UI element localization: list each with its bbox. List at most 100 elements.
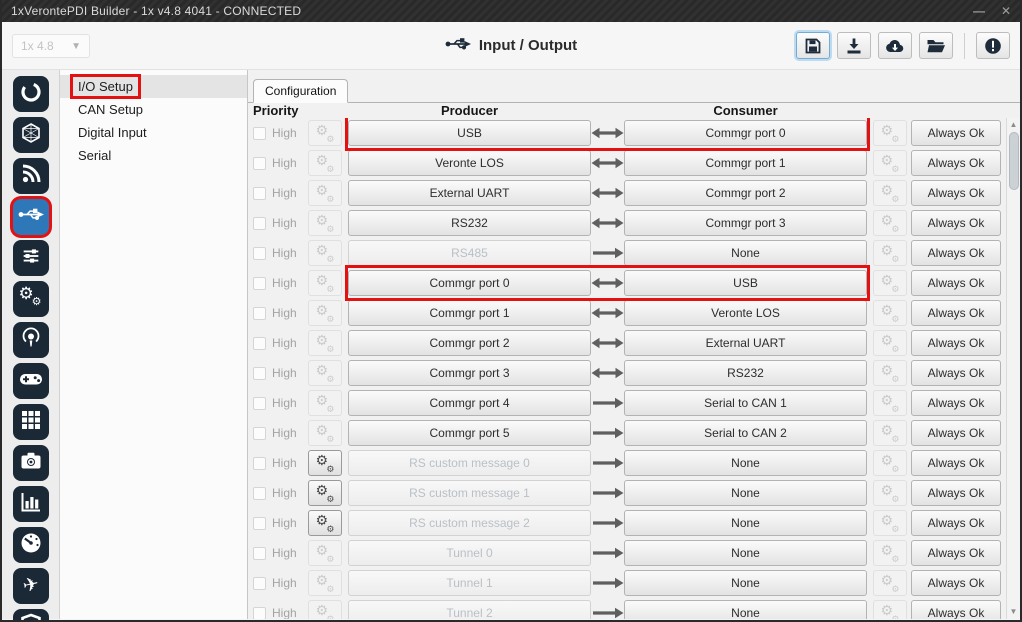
priority-checkbox[interactable]	[253, 157, 266, 170]
always-ok-button[interactable]: Always Ok	[911, 600, 1001, 619]
priority-checkbox[interactable]	[253, 277, 266, 290]
consumer-button[interactable]: Commgr port 1	[624, 150, 867, 176]
always-ok-button[interactable]: Always Ok	[911, 210, 1001, 236]
priority-checkbox[interactable]	[253, 487, 266, 500]
always-ok-button[interactable]: Always Ok	[911, 180, 1001, 206]
nav-item-digital-input[interactable]: Digital Input	[60, 121, 247, 144]
producer-button[interactable]: External UART	[348, 180, 591, 206]
priority-checkbox[interactable]	[253, 247, 266, 260]
sidebar-tool-plane[interactable]: ✈	[13, 568, 49, 604]
consumer-button[interactable]: Commgr port 2	[624, 180, 867, 206]
sidebar-tool-gamepad[interactable]	[13, 363, 49, 399]
scroll-down-icon[interactable]: ▼	[1010, 605, 1018, 618]
producer-button[interactable]: Commgr port 2	[348, 330, 591, 356]
sidebar-tool-mesh-hexagon[interactable]	[13, 117, 49, 153]
consumer-button[interactable]: USB	[624, 270, 867, 296]
priority-checkbox[interactable]	[253, 577, 266, 590]
sidebar-tool-shield[interactable]	[13, 609, 49, 622]
consumer-button[interactable]: None	[624, 480, 867, 506]
sidebar-tool-grid[interactable]	[13, 404, 49, 440]
consumer-button[interactable]: RS232	[624, 360, 867, 386]
close-button[interactable]: ✕	[1001, 4, 1011, 18]
nav-item-io-setup[interactable]: I/O Setup	[60, 75, 247, 98]
consumer-button[interactable]: None	[624, 510, 867, 536]
producer-button[interactable]: RS custom message 2	[348, 510, 591, 536]
producer-button[interactable]: RS custom message 0	[348, 450, 591, 476]
version-dropdown[interactable]: 1x 4.8 ▼	[12, 34, 90, 58]
always-ok-button[interactable]: Always Ok	[911, 390, 1001, 416]
priority-checkbox[interactable]	[253, 457, 266, 470]
save-button[interactable]	[796, 32, 830, 59]
always-ok-button[interactable]: Always Ok	[911, 450, 1001, 476]
always-ok-button[interactable]: Always Ok	[911, 420, 1001, 446]
sidebar-tool-rss[interactable]	[13, 158, 49, 194]
priority-checkbox[interactable]	[253, 217, 266, 230]
producer-button[interactable]: Commgr port 4	[348, 390, 591, 416]
consumer-button[interactable]: None	[624, 450, 867, 476]
producer-settings-button[interactable]: ⚙⚙	[308, 510, 342, 536]
producer-button[interactable]: Tunnel 1	[348, 570, 591, 596]
cloud-download-button[interactable]	[878, 32, 912, 59]
priority-checkbox[interactable]	[253, 547, 266, 560]
nav-item-can-setup[interactable]: CAN Setup	[60, 98, 247, 121]
producer-button[interactable]: Veronte LOS	[348, 150, 591, 176]
producer-button[interactable]: Tunnel 2	[348, 600, 591, 619]
producer-settings-button[interactable]: ⚙⚙	[308, 450, 342, 476]
priority-checkbox[interactable]	[253, 397, 266, 410]
sidebar-tool-usb[interactable]	[13, 199, 49, 235]
priority-checkbox[interactable]	[253, 607, 266, 620]
producer-button[interactable]: RS232	[348, 210, 591, 236]
always-ok-button[interactable]: Always Ok	[911, 270, 1001, 296]
producer-settings-button[interactable]: ⚙⚙	[308, 480, 342, 506]
consumer-button[interactable]: Veronte LOS	[624, 300, 867, 326]
always-ok-button[interactable]: Always Ok	[911, 120, 1001, 146]
always-ok-button[interactable]: Always Ok	[911, 330, 1001, 356]
consumer-button[interactable]: External UART	[624, 330, 867, 356]
vertical-scrollbar[interactable]: ▲ ▼	[1006, 118, 1020, 619]
consumer-button[interactable]: Serial to CAN 2	[624, 420, 867, 446]
priority-checkbox[interactable]	[253, 367, 266, 380]
priority-checkbox[interactable]	[253, 127, 266, 140]
producer-button[interactable]: Commgr port 5	[348, 420, 591, 446]
tab-configuration[interactable]: Configuration	[253, 79, 348, 103]
producer-button[interactable]: Tunnel 0	[348, 540, 591, 566]
scrollbar-thumb[interactable]	[1009, 132, 1019, 190]
info-button[interactable]	[976, 32, 1010, 59]
priority-checkbox[interactable]	[253, 337, 266, 350]
always-ok-button[interactable]: Always Ok	[911, 150, 1001, 176]
always-ok-button[interactable]: Always Ok	[911, 300, 1001, 326]
always-ok-button[interactable]: Always Ok	[911, 540, 1001, 566]
always-ok-button[interactable]: Always Ok	[911, 510, 1001, 536]
priority-checkbox[interactable]	[253, 517, 266, 530]
sidebar-tool-gears[interactable]: ⚙⚙	[13, 281, 49, 317]
priority-checkbox[interactable]	[253, 427, 266, 440]
consumer-button[interactable]: None	[624, 540, 867, 566]
producer-button[interactable]: Commgr port 3	[348, 360, 591, 386]
consumer-button[interactable]: None	[624, 600, 867, 619]
priority-checkbox[interactable]	[253, 307, 266, 320]
import-button[interactable]	[837, 32, 871, 59]
always-ok-button[interactable]: Always Ok	[911, 360, 1001, 386]
minimize-button[interactable]: —	[973, 4, 985, 18]
sidebar-tool-dial[interactable]	[13, 76, 49, 112]
sidebar-tool-bar-chart[interactable]	[13, 486, 49, 522]
producer-button[interactable]: RS custom message 1	[348, 480, 591, 506]
sidebar-tool-camera[interactable]	[13, 445, 49, 481]
consumer-button[interactable]: None	[624, 240, 867, 266]
sidebar-tool-podcast[interactable]	[13, 322, 49, 358]
producer-button[interactable]: RS485	[348, 240, 591, 266]
producer-button[interactable]: Commgr port 1	[348, 300, 591, 326]
always-ok-button[interactable]: Always Ok	[911, 240, 1001, 266]
producer-button[interactable]: USB	[348, 120, 591, 146]
consumer-button[interactable]: Commgr port 3	[624, 210, 867, 236]
consumer-button[interactable]: Commgr port 0	[624, 120, 867, 146]
priority-checkbox[interactable]	[253, 187, 266, 200]
open-folder-button[interactable]	[919, 32, 953, 59]
consumer-button[interactable]: None	[624, 570, 867, 596]
producer-button[interactable]: Commgr port 0	[348, 270, 591, 296]
always-ok-button[interactable]: Always Ok	[911, 570, 1001, 596]
consumer-button[interactable]: Serial to CAN 1	[624, 390, 867, 416]
always-ok-button[interactable]: Always Ok	[911, 480, 1001, 506]
sidebar-tool-gauge[interactable]	[13, 527, 49, 563]
nav-item-serial[interactable]: Serial	[60, 144, 247, 167]
